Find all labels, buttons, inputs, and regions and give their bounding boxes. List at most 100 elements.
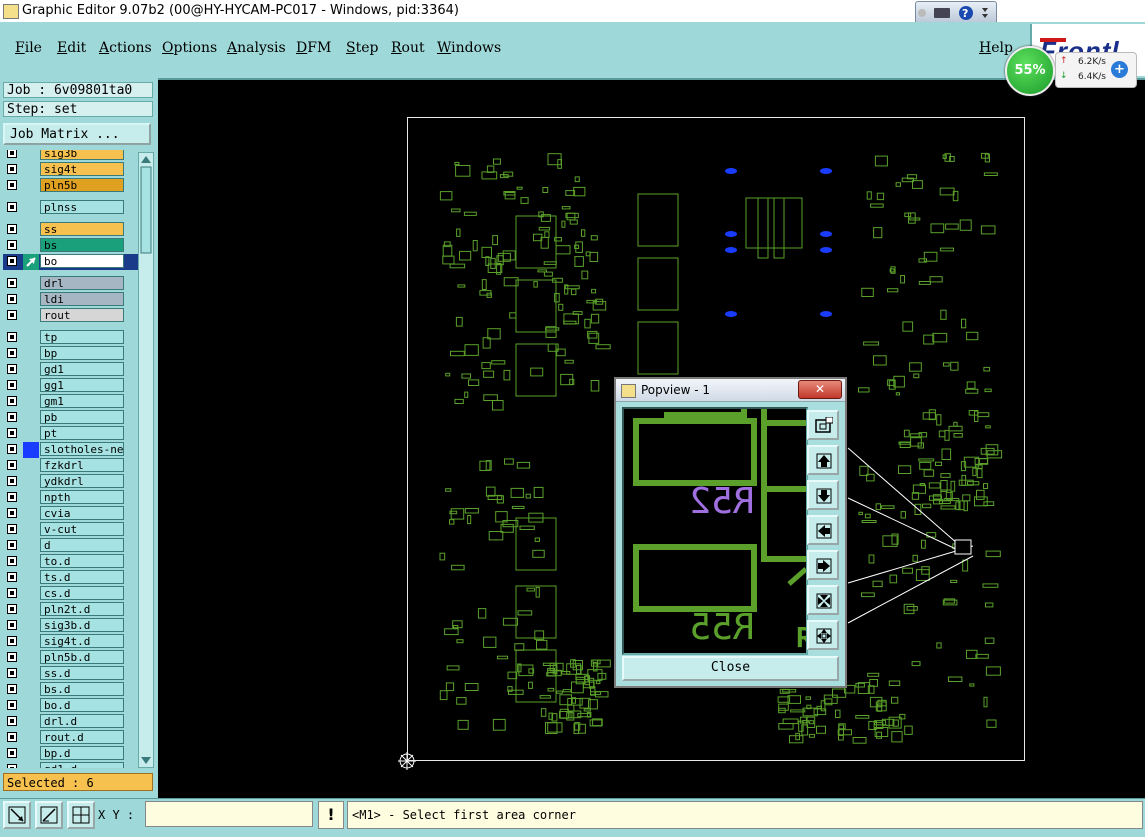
layer-row[interactable]: slotholes-new	[3, 442, 138, 458]
layer-checkbox[interactable]	[7, 428, 17, 438]
popview-close-button[interactable]: Close	[622, 656, 839, 681]
layer-row[interactable]: pln5b	[3, 178, 138, 194]
layer-checkbox[interactable]	[7, 310, 17, 320]
layer-checkbox[interactable]	[7, 668, 17, 678]
add-icon[interactable]: +	[1111, 61, 1128, 78]
menu-step[interactable]: Step	[346, 40, 378, 56]
layer-checkbox[interactable]	[7, 764, 17, 768]
popview-zoom-in-button[interactable]	[807, 585, 839, 615]
menu-edit[interactable]: Edit	[57, 40, 86, 56]
layer-checkbox[interactable]	[7, 380, 17, 390]
layer-checkbox[interactable]	[7, 556, 17, 566]
popview-pan-left-button[interactable]	[807, 515, 839, 545]
layer-checkbox[interactable]	[7, 572, 17, 582]
layer-checkbox[interactable]	[7, 150, 17, 158]
popview-pan-up-button[interactable]	[807, 445, 839, 475]
layer-row[interactable]: ydkdrl	[3, 474, 138, 490]
layer-checkbox[interactable]	[7, 164, 17, 174]
alert-button[interactable]: !	[318, 801, 344, 829]
layer-row[interactable]: d	[3, 538, 138, 554]
layer-row[interactable]: tp	[3, 330, 138, 346]
measure-button[interactable]	[35, 801, 63, 829]
layer-checkbox[interactable]	[7, 294, 17, 304]
menu-windows[interactable]: Windows	[437, 40, 501, 56]
popview-zoom-fit-button[interactable]	[807, 410, 839, 440]
layer-checkbox[interactable]	[7, 524, 17, 534]
layer-row[interactable]: ts.d	[3, 570, 138, 586]
layer-scrollbar[interactable]	[138, 152, 154, 768]
menu-actions[interactable]: Actions	[99, 40, 152, 56]
layer-row[interactable]: bs.d	[3, 682, 138, 698]
layer-checkbox[interactable]	[7, 256, 17, 266]
layer-row[interactable]: bo	[3, 254, 138, 270]
layer-checkbox[interactable]	[7, 364, 17, 374]
layer-checkbox[interactable]	[7, 588, 17, 598]
layer-checkbox[interactable]	[7, 508, 17, 518]
layer-checkbox[interactable]	[7, 732, 17, 742]
menu-rout[interactable]: Rout	[391, 40, 425, 56]
layer-row[interactable]: gd1.d	[3, 762, 138, 768]
menu-options[interactable]: Options	[162, 40, 217, 56]
layer-row[interactable]: gg1	[3, 378, 138, 394]
layer-row[interactable]: gm1	[3, 394, 138, 410]
layer-checkbox[interactable]	[7, 278, 17, 288]
layer-checkbox[interactable]	[7, 700, 17, 710]
layer-checkbox[interactable]	[7, 444, 17, 454]
layer-row[interactable]: gd1	[3, 362, 138, 378]
menu-file[interactable]: File	[15, 40, 42, 56]
layer-row[interactable]: sig3b.d	[3, 618, 138, 634]
menu-dfm[interactable]: DFM	[296, 40, 331, 56]
layer-row[interactable]: pb	[3, 410, 138, 426]
layer-row[interactable]: npth	[3, 490, 138, 506]
layer-row[interactable]: bp	[3, 346, 138, 362]
layer-checkbox[interactable]	[7, 652, 17, 662]
layer-row[interactable]: bs	[3, 238, 138, 254]
layer-checkbox[interactable]	[7, 492, 17, 502]
layer-row[interactable]: sig3b	[3, 150, 138, 162]
popview-close-x-button[interactable]: ✕	[798, 380, 842, 399]
layer-row[interactable]: rout	[3, 308, 138, 324]
layer-row[interactable]: to.d	[3, 554, 138, 570]
xy-input[interactable]	[145, 801, 313, 827]
layer-checkbox[interactable]	[7, 460, 17, 470]
layer-row[interactable]: pln2t.d	[3, 602, 138, 618]
layer-checkbox[interactable]	[7, 224, 17, 234]
layer-row[interactable]: ss	[3, 222, 138, 238]
zoom-area-button[interactable]	[3, 801, 31, 829]
layer-row[interactable]: v-cut	[3, 522, 138, 538]
popview-pan-down-button[interactable]	[807, 480, 839, 510]
layer-checkbox[interactable]	[7, 540, 17, 550]
popview-canvas[interactable]: R R52 R55	[622, 407, 808, 655]
grid-button[interactable]	[67, 801, 95, 829]
layer-row[interactable]: pt	[3, 426, 138, 442]
layer-row[interactable]: ldi	[3, 292, 138, 308]
layer-checkbox[interactable]	[7, 202, 17, 212]
popview-zoom-out-button[interactable]	[807, 620, 839, 650]
layer-checkbox[interactable]	[7, 332, 17, 342]
layer-checkbox[interactable]	[7, 180, 17, 190]
layer-checkbox[interactable]	[7, 396, 17, 406]
layer-row[interactable]: drl.d	[3, 714, 138, 730]
layer-checkbox[interactable]	[7, 716, 17, 726]
layer-row[interactable]: ss.d	[3, 666, 138, 682]
popview-pan-right-button[interactable]	[807, 550, 839, 580]
layer-checkbox[interactable]	[7, 348, 17, 358]
layer-row[interactable]: pln5b.d	[3, 650, 138, 666]
layer-row[interactable]: sig4t.d	[3, 634, 138, 650]
layer-checkbox[interactable]	[7, 684, 17, 694]
layer-row[interactable]: cs.d	[3, 586, 138, 602]
layer-row[interactable]: bo.d	[3, 698, 138, 714]
layer-row[interactable]: sig4t	[3, 162, 138, 178]
layer-checkbox[interactable]	[7, 604, 17, 614]
layer-checkbox[interactable]	[7, 240, 17, 250]
menu-analysis[interactable]: Analysis	[227, 40, 286, 56]
job-matrix-button[interactable]: Job Matrix ...	[3, 123, 151, 145]
layer-row[interactable]: plnss	[3, 200, 138, 216]
layer-checkbox[interactable]	[7, 620, 17, 630]
layer-row[interactable]: bp.d	[3, 746, 138, 762]
layer-row[interactable]: drl	[3, 276, 138, 292]
layer-row[interactable]: rout.d	[3, 730, 138, 746]
layer-checkbox[interactable]	[7, 748, 17, 758]
layer-checkbox[interactable]	[7, 412, 17, 422]
layer-checkbox[interactable]	[7, 636, 17, 646]
